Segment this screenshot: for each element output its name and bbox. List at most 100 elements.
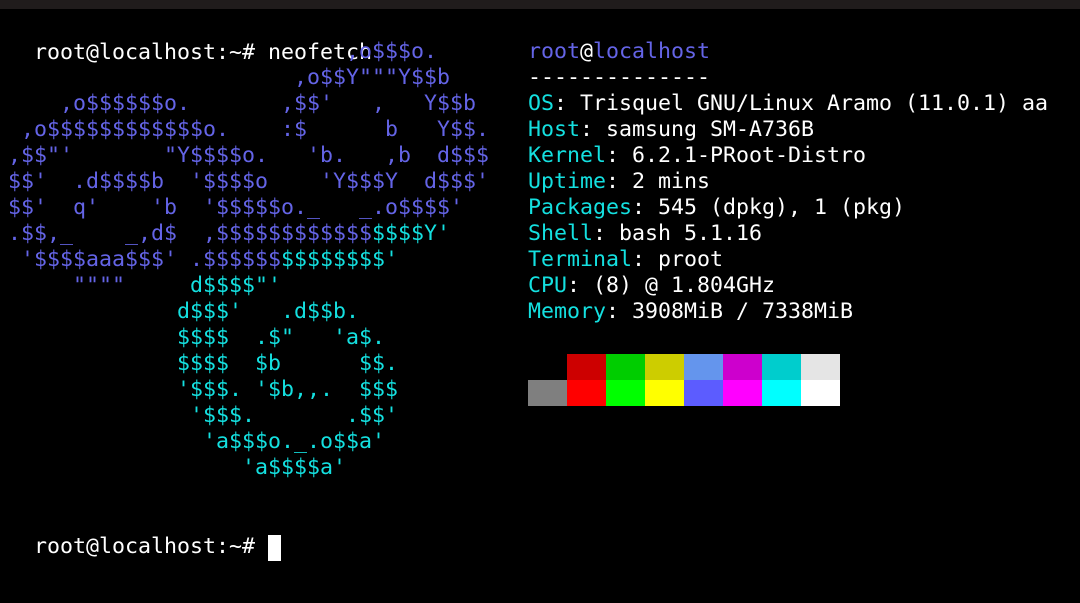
ascii-logo-row: ,$$"' "Y$$$$o. 'b. ,b d$$$ — [8, 143, 489, 169]
palette-swatch-bright — [801, 380, 840, 406]
info-field-uptime: Uptime: 2 mins — [528, 169, 1048, 195]
info-value: (8) @ 1.804GHz — [593, 273, 776, 298]
info-field-host: Host: samsung SM-A736B — [528, 117, 1048, 143]
ascii-logo-segment: ,o$$$$$$o. ,$$' , Y$$b — [8, 91, 477, 116]
info-key-separator: : — [632, 247, 659, 272]
palette-swatch-bright — [567, 380, 606, 406]
info-key-separator: : — [606, 143, 633, 168]
ascii-logo-segment: ,$$"' "Y$$$$o. 'b. ,b d$$$ — [8, 143, 490, 168]
info-field-terminal: Terminal: proot — [528, 247, 1048, 273]
ascii-logo-segment: $$' .d$$$$b '$$$$o 'Y$$$Y d$$$' — [8, 169, 490, 194]
ascii-logo-row: ,o$$$o. — [8, 39, 489, 65]
info-field-memory: Memory: 3908MiB / 7338MiB — [528, 299, 1048, 325]
palette-swatch-normal — [801, 354, 840, 380]
distro-ascii-logo: ,o$$$o. ,o$$Y"""Y$$b ,o$$$$$$o. ,$$' , Y… — [8, 39, 489, 481]
ascii-logo-segment: ,o$$$$$$$$$$$$o. :$ b Y$$. — [8, 117, 490, 142]
ascii-logo-segment: 'a$$$$a' — [8, 455, 347, 480]
ascii-logo-segment: $$$$Y' — [372, 221, 451, 246]
info-key-separator: : — [632, 195, 659, 220]
info-key-separator: : — [593, 221, 620, 246]
info-field-shell: Shell: bash 5.1.16 — [528, 221, 1048, 247]
ascii-logo-segment: ,o$$Y"""Y$$b — [8, 65, 451, 90]
ascii-logo-segment: $$$$ .$" 'a$. — [8, 325, 386, 350]
palette-swatch-normal — [762, 354, 801, 380]
info-value: samsung SM-A736B — [606, 117, 815, 142]
palette-swatch-bright — [762, 380, 801, 406]
ascii-logo-segment: $$$$ $b $$. — [8, 351, 399, 376]
info-host: localhost — [593, 39, 711, 64]
color-palette — [528, 354, 840, 406]
info-key-separator: : — [554, 91, 581, 116]
final-prompt-line[interactable]: root@localhost:~# — [8, 508, 282, 561]
command-line: root@localhost:~# neofetch — [8, 14, 372, 65]
palette-swatch-bright — [645, 380, 684, 406]
user-host-title: root@localhost — [528, 39, 1048, 65]
palette-swatch-bright — [528, 380, 567, 406]
info-value: bash 5.1.16 — [619, 221, 763, 246]
ascii-logo-row: '$$$$aaa$$$' .$$$$$$$$$$$$$$' — [8, 247, 489, 273]
info-key: Packages — [528, 195, 633, 220]
ascii-logo-segment: .$$,_ _,d$ ,$$$$$$$$$$$$ — [8, 221, 373, 246]
system-info-panel: root@localhost -------------- OS: Trisqu… — [528, 39, 1048, 325]
ascii-logo-row: $$' q' 'b '$$$$$o._ _.o$$$$' — [8, 195, 489, 221]
ascii-logo-segment: """" — [8, 273, 191, 298]
info-field-packages: Packages: 545 (dpkg), 1 (pkg) — [528, 195, 1048, 221]
info-key-separator: : — [606, 169, 633, 194]
ascii-logo-row: ,o$$$$$$o. ,$$' , Y$$b — [8, 91, 489, 117]
info-key: Memory — [528, 299, 607, 324]
ascii-logo-row: """" d$$$$"' — [8, 273, 489, 299]
info-key: Kernel — [528, 143, 607, 168]
info-field-os: OS: Trisquel GNU/Linux Aramo (11.0.1) aa — [528, 91, 1048, 117]
info-key: Uptime — [528, 169, 607, 194]
palette-swatch-bright — [606, 380, 645, 406]
info-value: 6.2.1-PRoot-Distro — [632, 143, 867, 168]
info-field-kernel: Kernel: 6.2.1-PRoot-Distro — [528, 143, 1048, 169]
final-prompt: root@localhost:~# — [34, 534, 269, 559]
ascii-logo-segment: d$$$' .d$$b. — [8, 299, 360, 324]
ascii-logo-row: d$$$' .d$$b. — [8, 299, 489, 325]
info-key-separator: : — [567, 273, 594, 298]
ascii-logo-row: .$$,_ _,d$ ,$$$$$$$$$$$$$$$$Y' — [8, 221, 489, 247]
info-value: proot — [658, 247, 724, 272]
ascii-logo-segment: $$$$$$$$' — [281, 247, 399, 272]
info-key: CPU — [528, 273, 568, 298]
ascii-logo-segment: '$$$. '$b,,. $$$ — [8, 377, 399, 402]
palette-swatch-bright — [723, 380, 762, 406]
palette-swatch-normal — [606, 354, 645, 380]
ascii-logo-row: ,o$$$$$$$$$$$$o. :$ b Y$$. — [8, 117, 489, 143]
info-value: 3908MiB / 7338MiB — [632, 299, 854, 324]
info-value: 545 (dpkg), 1 (pkg) — [658, 195, 906, 220]
ascii-logo-segment: ,o$$$o. — [8, 39, 438, 64]
palette-swatch-normal — [528, 354, 567, 380]
info-value: 2 mins — [632, 169, 711, 194]
ascii-logo-row: '$$$. .$$' — [8, 403, 489, 429]
palette-swatch-normal — [567, 354, 606, 380]
info-user: root — [528, 39, 581, 64]
info-key: Terminal — [528, 247, 633, 272]
palette-swatch-normal — [645, 354, 684, 380]
text-cursor[interactable] — [268, 535, 282, 561]
info-key: Host — [528, 117, 581, 142]
ascii-logo-row: $$' .d$$$$b '$$$$o 'Y$$$Y d$$$' — [8, 169, 489, 195]
info-value: Trisquel GNU/Linux Aramo (11.0.1) aa — [580, 91, 1049, 116]
ascii-logo-row: 'a$$$o._.o$$a' — [8, 429, 489, 455]
ascii-logo-row: ,o$$Y"""Y$$b — [8, 65, 489, 91]
palette-swatch-normal — [723, 354, 762, 380]
ascii-logo-row: $$$$ $b $$. — [8, 351, 489, 377]
info-field-cpu: CPU: (8) @ 1.804GHz — [528, 273, 1048, 299]
info-at: @ — [580, 39, 594, 64]
ascii-logo-row: 'a$$$$a' — [8, 455, 489, 481]
ascii-logo-row: $$$$ .$" 'a$. — [8, 325, 489, 351]
info-key: Shell — [528, 221, 594, 246]
ascii-logo-segment: '$$$. .$$' — [8, 403, 399, 428]
info-separator: -------------- — [528, 65, 711, 90]
palette-swatch-normal — [684, 354, 723, 380]
ascii-logo-segment: $$' q' 'b '$$$$$o._ _.o$$$$' — [8, 195, 464, 220]
ascii-logo-segment: d$$$$"' — [190, 273, 282, 298]
info-key-separator: : — [606, 299, 633, 324]
palette-swatch-bright — [684, 380, 723, 406]
ascii-logo-row: '$$$. '$b,,. $$$ — [8, 377, 489, 403]
ascii-logo-segment: '$$$$aaa$$$' .$$$$$$ — [8, 247, 282, 272]
info-key-separator: : — [580, 117, 607, 142]
window-top-bar — [0, 0, 1080, 9]
